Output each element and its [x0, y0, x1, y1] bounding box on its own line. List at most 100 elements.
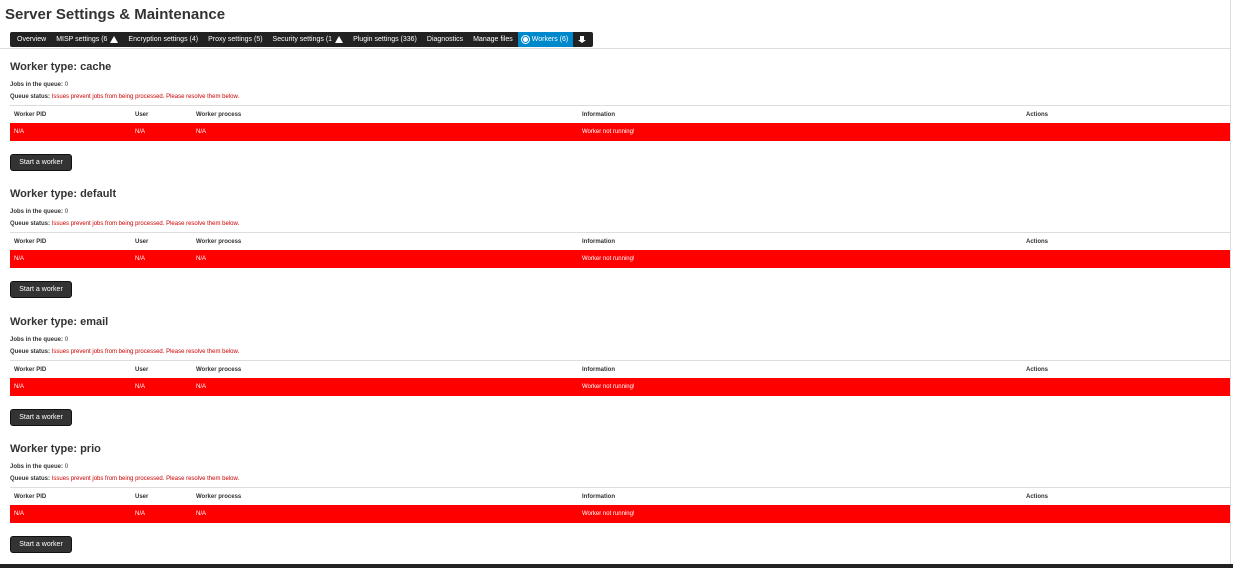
cell-actions [1022, 505, 1230, 523]
cell-user: N/A [131, 378, 192, 396]
tab-workers[interactable]: Workers (6) [517, 32, 574, 47]
tab-label: Manage files [473, 36, 513, 43]
cell-pid: N/A [10, 505, 131, 523]
table-header-row: Worker PID User Worker process Informati… [10, 487, 1230, 505]
col-worker-pid: Worker PID [10, 105, 131, 123]
start-worker-button[interactable]: Start a worker [10, 281, 72, 298]
warning-icon [110, 36, 119, 43]
col-user: User [131, 232, 192, 250]
worker-section-default: Worker type: default Jobs in the queue: … [10, 188, 1230, 298]
col-user: User [131, 105, 192, 123]
col-information: Information [578, 360, 1022, 378]
start-worker-button[interactable]: Start a worker [10, 536, 72, 553]
queue-status-label: Queue status: [10, 221, 51, 227]
tab-bar: Overview MISP settings (6 Encryption set… [10, 32, 594, 47]
table-header-row: Worker PID User Worker process Informati… [10, 232, 1230, 250]
cell-information: Worker not running! [578, 505, 1022, 523]
cell-user: N/A [131, 123, 192, 141]
tab-overview[interactable]: Overview [12, 32, 51, 47]
start-worker-button[interactable]: Start a worker [10, 154, 72, 171]
col-information: Information [578, 487, 1022, 505]
col-user: User [131, 487, 192, 505]
jobs-count: 0 [64, 209, 69, 215]
col-information: Information [578, 232, 1022, 250]
cell-information: Worker not running! [578, 250, 1022, 268]
tab-security-settings[interactable]: Security settings (1 [268, 32, 349, 47]
col-actions: Actions [1022, 487, 1230, 505]
queue-status: Queue status: Issues prevent jobs from b… [10, 475, 239, 483]
bottom-bar [0, 564, 1233, 568]
cell-user: N/A [131, 250, 192, 268]
col-worker-pid: Worker PID [10, 232, 131, 250]
queue-status: Queue status: Issues prevent jobs from b… [10, 93, 239, 101]
tab-plugin-settings[interactable]: Plugin settings (336) [348, 32, 422, 47]
tab-label: Encryption settings (4) [128, 36, 199, 43]
tab-download[interactable] [573, 32, 591, 47]
worker-section-email: Worker type: email Jobs in the queue: 0 … [10, 316, 1230, 426]
queue-status-message: Issues prevent jobs from being processed… [51, 94, 240, 100]
queue-status-message: Issues prevent jobs from being processed… [51, 476, 240, 482]
tab-label: Proxy settings (5) [208, 36, 263, 43]
queue-status: Queue status: Issues prevent jobs from b… [10, 220, 239, 228]
cell-process: N/A [192, 123, 578, 141]
cell-pid: N/A [10, 250, 131, 268]
queue-status-label: Queue status: [10, 476, 51, 482]
table-header-row: Worker PID User Worker process Informati… [10, 360, 1230, 378]
tab-label: Workers (6) [531, 36, 569, 43]
cell-process: N/A [192, 505, 578, 523]
queue-status-label: Queue status: [10, 349, 51, 355]
queue-status-message: Issues prevent jobs from being processed… [51, 349, 240, 355]
tab-label: MISP settings (6 [56, 36, 108, 43]
cell-user: N/A [131, 505, 192, 523]
worker-section-cache: Worker type: cache Jobs in the queue: 0 … [10, 61, 1230, 171]
tab-manage-files[interactable]: Manage files [468, 32, 518, 47]
tab-label: Diagnostics [426, 36, 464, 43]
worker-table: Worker PID User Worker process Informati… [10, 487, 1230, 523]
queue-status: Queue status: Issues prevent jobs from b… [10, 348, 239, 356]
tab-misp-settings[interactable]: MISP settings (6 [51, 32, 123, 47]
col-actions: Actions [1022, 360, 1230, 378]
tab-encryption-settings[interactable]: Encryption settings (4) [123, 32, 203, 47]
jobs-count: 0 [64, 82, 69, 88]
tab-label: Plugin settings (336) [353, 36, 417, 43]
tab-label: Security settings (1 [272, 36, 333, 43]
tab-divider [0, 48, 1230, 49]
tab-proxy-settings[interactable]: Proxy settings (5) [203, 32, 267, 47]
col-user: User [131, 360, 192, 378]
jobs-in-queue: Jobs in the queue: 0 [10, 208, 68, 216]
jobs-label: Jobs in the queue: [10, 464, 64, 470]
worker-type-title: Worker type: prio [10, 443, 101, 455]
col-actions: Actions [1022, 232, 1230, 250]
cell-process: N/A [192, 378, 578, 396]
page: Server Settings & Maintenance Overview M… [0, 0, 1233, 568]
worker-type-title: Worker type: cache [10, 61, 112, 73]
gear-icon [522, 37, 528, 42]
table-header-row: Worker PID User Worker process Informati… [10, 105, 1230, 123]
cell-pid: N/A [10, 378, 131, 396]
cell-actions [1022, 123, 1230, 141]
col-worker-process: Worker process [192, 232, 578, 250]
start-worker-button[interactable]: Start a worker [10, 409, 72, 426]
worker-type-title: Worker type: email [10, 316, 109, 328]
tab-diagnostics[interactable]: Diagnostics [422, 32, 468, 47]
cell-pid: N/A [10, 123, 131, 141]
jobs-label: Jobs in the queue: [10, 82, 64, 88]
page-title: Server Settings & Maintenance [5, 6, 226, 23]
worker-section-prio: Worker type: prio Jobs in the queue: 0 Q… [10, 443, 1230, 553]
jobs-count: 0 [64, 337, 69, 343]
warning-icon [335, 36, 344, 43]
queue-status-message: Issues prevent jobs from being processed… [51, 221, 240, 227]
worker-type-title: Worker type: default [10, 188, 117, 200]
col-worker-pid: Worker PID [10, 360, 131, 378]
jobs-count: 0 [64, 464, 69, 470]
jobs-in-queue: Jobs in the queue: 0 [10, 336, 68, 344]
table-row: N/A N/A N/A Worker not running! [10, 123, 1230, 141]
cell-process: N/A [192, 250, 578, 268]
queue-status-label: Queue status: [10, 94, 51, 100]
col-worker-pid: Worker PID [10, 487, 131, 505]
table-row: N/A N/A N/A Worker not running! [10, 505, 1230, 523]
table-row: N/A N/A N/A Worker not running! [10, 378, 1230, 396]
worker-table: Worker PID User Worker process Informati… [10, 105, 1230, 141]
jobs-in-queue: Jobs in the queue: 0 [10, 81, 68, 89]
download-icon [578, 35, 587, 44]
